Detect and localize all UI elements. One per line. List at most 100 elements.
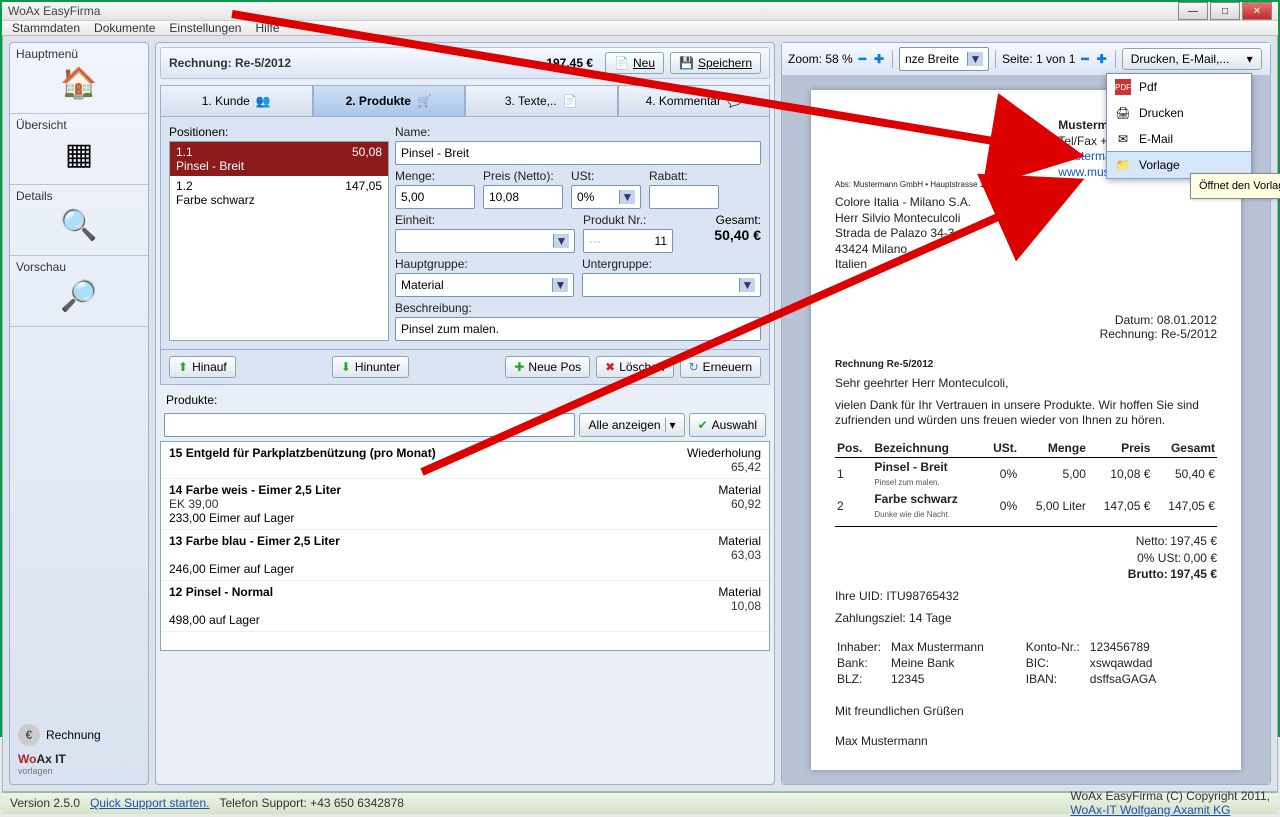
menu-einstellungen[interactable]: Einstellungen xyxy=(169,21,241,35)
produkt-liste[interactable]: 15 Entgeld für Parkplatzbenützung (pro M… xyxy=(160,441,770,651)
seite-label: Seite: 1 von 1 xyxy=(1002,52,1075,66)
breite-select[interactable]: nze Breite▼ xyxy=(899,47,989,71)
preis-input[interactable] xyxy=(483,185,563,209)
positionen: Positionen: 1.150,08 Pinsel - Breit 1.21… xyxy=(169,125,389,341)
untergruppe-select[interactable]: ▼ xyxy=(582,273,761,297)
dd-drucken[interactable]: 🖨Drucken xyxy=(1107,100,1251,126)
tab-kommentar[interactable]: 4. Kommentar💬 xyxy=(618,85,771,116)
statusbar: Version 2.5.0 Quick Support starten. Tel… xyxy=(2,792,1278,814)
erneuern-button[interactable]: ↻Erneuern xyxy=(680,356,761,378)
quick-support-link[interactable]: Quick Support starten. xyxy=(90,796,209,810)
nav-logo: WoAx IT xyxy=(18,752,140,766)
list-item[interactable]: 14 Farbe weis - Eimer 2,5 LiterMaterial … xyxy=(161,479,769,530)
delete-icon: ✖ xyxy=(605,360,615,374)
prodnr-field[interactable]: ···11 xyxy=(583,229,673,253)
new-icon: 📄 xyxy=(614,56,629,70)
produkte-section: Produkte: Alle anzeigen▾ ✔Auswahl 15 Ent… xyxy=(160,391,770,651)
menge-input[interactable] xyxy=(395,185,475,209)
loeschen-button[interactable]: ✖Löschen xyxy=(596,356,673,378)
tab-kunde[interactable]: 1. Kunde👥 xyxy=(160,85,313,116)
alle-anzeigen-button[interactable]: Alle anzeigen▾ xyxy=(579,413,684,437)
pos-row[interactable]: 1.2147,05 Farbe schwarz xyxy=(170,176,388,210)
beschreibung-input[interactable] xyxy=(395,317,761,341)
action-row: ⬆Hinauf ⬇Hinunter ✚Neue Pos ✖Löschen ↻Er… xyxy=(160,350,770,385)
refresh-icon: ↻ xyxy=(689,360,699,374)
export-dropdown: PDFPdf 🖨Drucken ✉E-Mail 📁Vorlage xyxy=(1106,73,1252,179)
tab-produkte[interactable]: 2. Produkte🛒 xyxy=(313,85,466,116)
mail-icon: ✉ xyxy=(1115,131,1131,147)
hinunter-button[interactable]: ⬇Hinunter xyxy=(332,356,409,378)
app-title: WoAx EasyFirma xyxy=(8,4,1178,18)
zoom-out-icon[interactable]: ━ xyxy=(857,52,868,66)
page-next-icon[interactable]: ✚ xyxy=(1095,52,1109,66)
menu-dokumente[interactable]: Dokumente xyxy=(94,21,155,35)
menu-stammdaten[interactable]: Stammdaten xyxy=(12,21,80,35)
document-header: Rechnung: Re-5/2012 197,45 € 📄Neu 💾Speic… xyxy=(160,47,770,79)
list-item[interactable]: 13 Farbe blau - Eimer 2,5 LiterMaterial … xyxy=(161,530,769,581)
zoom-in-icon[interactable]: ✚ xyxy=(872,52,886,66)
folder-icon: 📁 xyxy=(1115,157,1131,173)
dd-pdf[interactable]: PDFPdf xyxy=(1107,74,1251,100)
list-item[interactable]: 15 Entgeld für Parkplatzbenützung (pro M… xyxy=(161,442,769,479)
rabatt-input[interactable] xyxy=(649,185,719,209)
doc-title: Rechnung: Re-5/2012 xyxy=(169,56,546,70)
company-link[interactable]: WoAx-IT Wolfgang Axamit KG xyxy=(1070,803,1270,817)
nav-vorschau[interactable]: Vorschau 🔎 xyxy=(10,256,148,327)
euro-icon: € xyxy=(18,724,40,746)
drucken-dropdown-button[interactable]: Drucken, E-Mail,...▾ xyxy=(1122,48,1262,70)
minimize-button[interactable]: — xyxy=(1178,2,1208,20)
speichern-button[interactable]: 💾Speichern xyxy=(670,52,761,74)
nav-hauptmenu[interactable]: Hauptmenü 🏠 xyxy=(10,43,148,114)
maximize-button[interactable]: □ xyxy=(1210,2,1240,20)
doc-amount: 197,45 € xyxy=(546,56,593,70)
down-icon: ⬇ xyxy=(341,360,351,374)
hinauf-button[interactable]: ⬆Hinauf xyxy=(169,356,236,378)
page-prev-icon[interactable]: ━ xyxy=(1079,52,1090,66)
nav-bottom: € Rechnung WoAx IT vorlagen xyxy=(10,710,148,784)
window-buttons: — □ ✕ xyxy=(1178,2,1272,20)
pos-listbox[interactable]: 1.150,08 Pinsel - Breit 1.2147,05 Farbe … xyxy=(169,141,389,341)
hauptgruppe-select[interactable]: Material▼ xyxy=(395,273,574,297)
chat-icon: 💬 xyxy=(727,94,742,108)
ust-select[interactable]: 0%▼ xyxy=(571,185,641,209)
produkt-search[interactable] xyxy=(164,413,575,437)
home-icon: 🏠 xyxy=(16,61,142,105)
tab-body: Positionen: 1.150,08 Pinsel - Breit 1.21… xyxy=(160,116,770,350)
tabs: 1. Kunde👥 2. Produkte🛒 3. Texte,..📄 4. K… xyxy=(160,85,770,116)
menubar: Stammdaten Dokumente Einstellungen Hilfe xyxy=(2,21,1278,36)
tooltip: Öffnet den Vorlagen D werden kann. xyxy=(1190,173,1280,199)
nav-rechnung[interactable]: € Rechnung xyxy=(18,724,140,746)
text-icon: 📄 xyxy=(563,94,578,108)
dd-email[interactable]: ✉E-Mail xyxy=(1107,126,1251,152)
grid-icon: ▦ xyxy=(16,132,142,176)
pos-form: Name: Menge: Preis (Netto): USt:0%▼ Raba… xyxy=(395,125,761,341)
document-search-icon: 🔎 xyxy=(16,274,142,318)
list-item[interactable]: 12 Pinsel - NormalMaterial 10,08 498,00 … xyxy=(161,581,769,632)
menu-hilfe[interactable]: Hilfe xyxy=(255,21,279,35)
tab-texte[interactable]: 3. Texte,..📄 xyxy=(465,85,618,116)
close-button[interactable]: ✕ xyxy=(1242,2,1272,20)
gesamt-value: 50,40 € xyxy=(681,227,761,243)
titlebar: WoAx EasyFirma — □ ✕ xyxy=(2,2,1278,21)
plus-icon: ✚ xyxy=(514,360,524,374)
auswahl-button[interactable]: ✔Auswahl xyxy=(689,413,766,437)
save-icon: 💾 xyxy=(679,56,694,70)
name-input[interactable] xyxy=(395,141,761,165)
cart-icon: 🛒 xyxy=(417,94,432,108)
zoom-label: Zoom: 58 % xyxy=(788,52,853,66)
pos-row[interactable]: 1.150,08 Pinsel - Breit xyxy=(170,142,388,176)
up-icon: ⬆ xyxy=(178,360,188,374)
center-panel: Rechnung: Re-5/2012 197,45 € 📄Neu 💾Speic… xyxy=(155,42,775,785)
preview-toolbar: Zoom: 58 % ━ ✚ nze Breite▼ Seite: 1 von … xyxy=(782,43,1270,76)
magnifier-icon: 🔍 xyxy=(16,203,142,247)
neu-button[interactable]: 📄Neu xyxy=(605,52,664,74)
nav-uebersicht[interactable]: Übersicht ▦ xyxy=(10,114,148,185)
left-nav: Hauptmenü 🏠 Übersicht ▦ Details 🔍 Vorsch… xyxy=(9,42,149,785)
preview-panel: Zoom: 58 % ━ ✚ nze Breite▼ Seite: 1 von … xyxy=(781,42,1271,785)
people-icon: 👥 xyxy=(256,94,271,108)
einheit-select[interactable]: ▼ xyxy=(395,229,575,253)
neuepos-button[interactable]: ✚Neue Pos xyxy=(505,356,590,378)
workarea: Hauptmenü 🏠 Übersicht ▦ Details 🔍 Vorsch… xyxy=(2,36,1278,792)
nav-details[interactable]: Details 🔍 xyxy=(10,185,148,256)
pdf-icon: PDF xyxy=(1115,79,1131,95)
